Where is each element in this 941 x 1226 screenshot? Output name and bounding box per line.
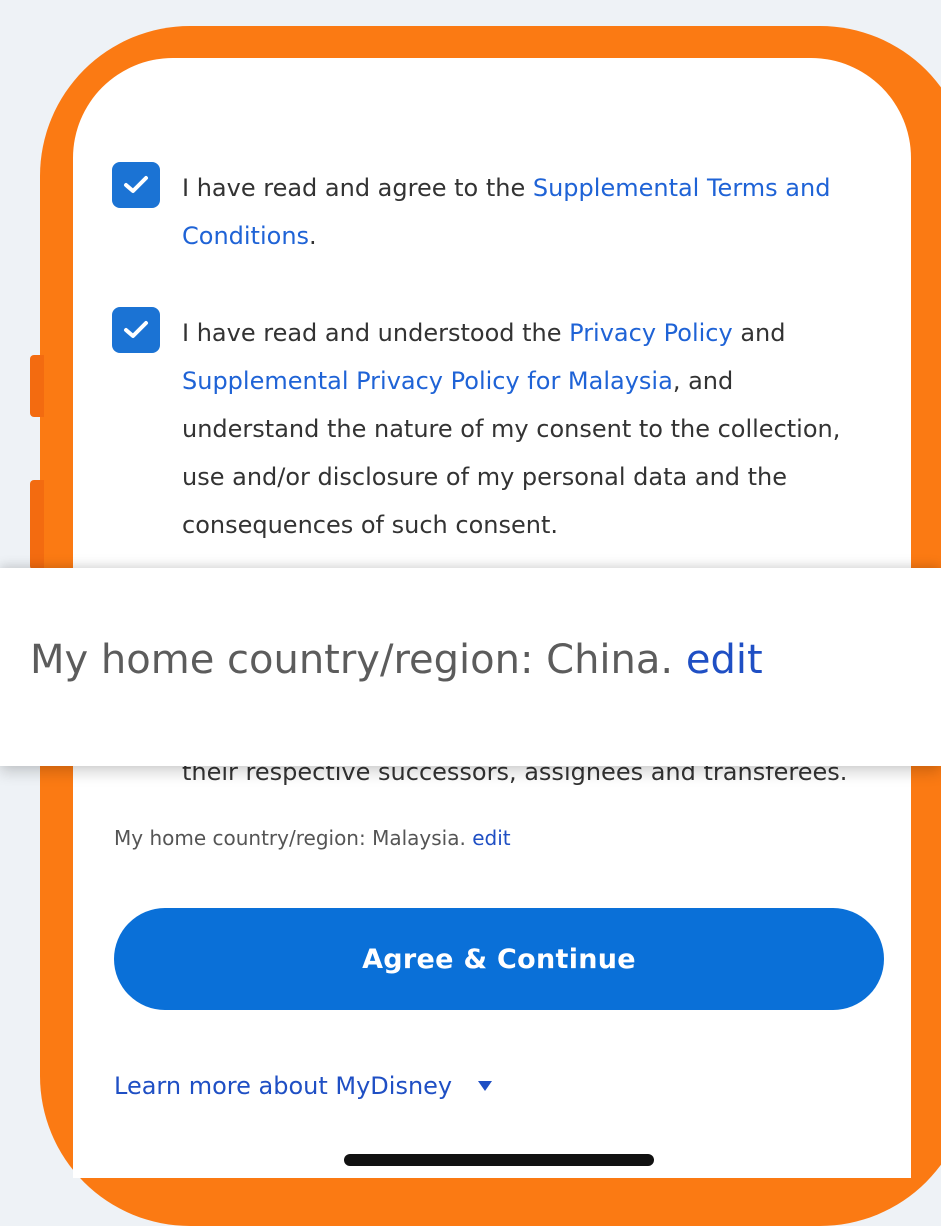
home-region-label: My home country/region: Malaysia.: [114, 826, 473, 850]
home-region-banner: My home country/region: China. edit: [0, 568, 941, 766]
caret-down-icon: [478, 1081, 493, 1091]
consent-text-part: I have read and agree to the: [182, 174, 533, 202]
phone-volume-button: [30, 480, 44, 570]
terms-consent-text: I have read and agree to the Supplementa…: [182, 164, 872, 260]
consent-text-part: .: [309, 222, 317, 250]
consent-text-part: I have read and understood the: [182, 319, 570, 347]
banner-home-region-label: My home country/region: China.: [30, 637, 686, 683]
consent-text-part: and: [732, 319, 786, 347]
banner-edit-link[interactable]: edit: [686, 637, 763, 683]
home-region-edit-link[interactable]: edit: [472, 826, 510, 850]
home-indicator[interactable]: [344, 1154, 654, 1166]
agree-continue-button[interactable]: Agree & Continue: [114, 908, 884, 1010]
home-region-line: My home country/region: Malaysia. edit: [114, 822, 511, 854]
supplemental-privacy-policy-link[interactable]: Supplemental Privacy Policy for Malaysia: [182, 367, 673, 395]
privacy-consent-text: I have read and understood the Privacy P…: [182, 309, 872, 549]
learn-more-label: Learn more about MyDisney: [114, 1072, 453, 1100]
terms-checkbox[interactable]: [112, 162, 160, 208]
checkmark-icon: [124, 321, 148, 338]
privacy-checkbox[interactable]: [112, 307, 160, 353]
banner-home-region-text: My home country/region: China. edit: [30, 630, 763, 690]
phone-volume-button: [30, 355, 44, 417]
checkmark-icon: [124, 176, 148, 193]
privacy-policy-link[interactable]: Privacy Policy: [569, 319, 733, 347]
learn-more-toggle[interactable]: Learn more about MyDisney: [114, 1068, 493, 1104]
